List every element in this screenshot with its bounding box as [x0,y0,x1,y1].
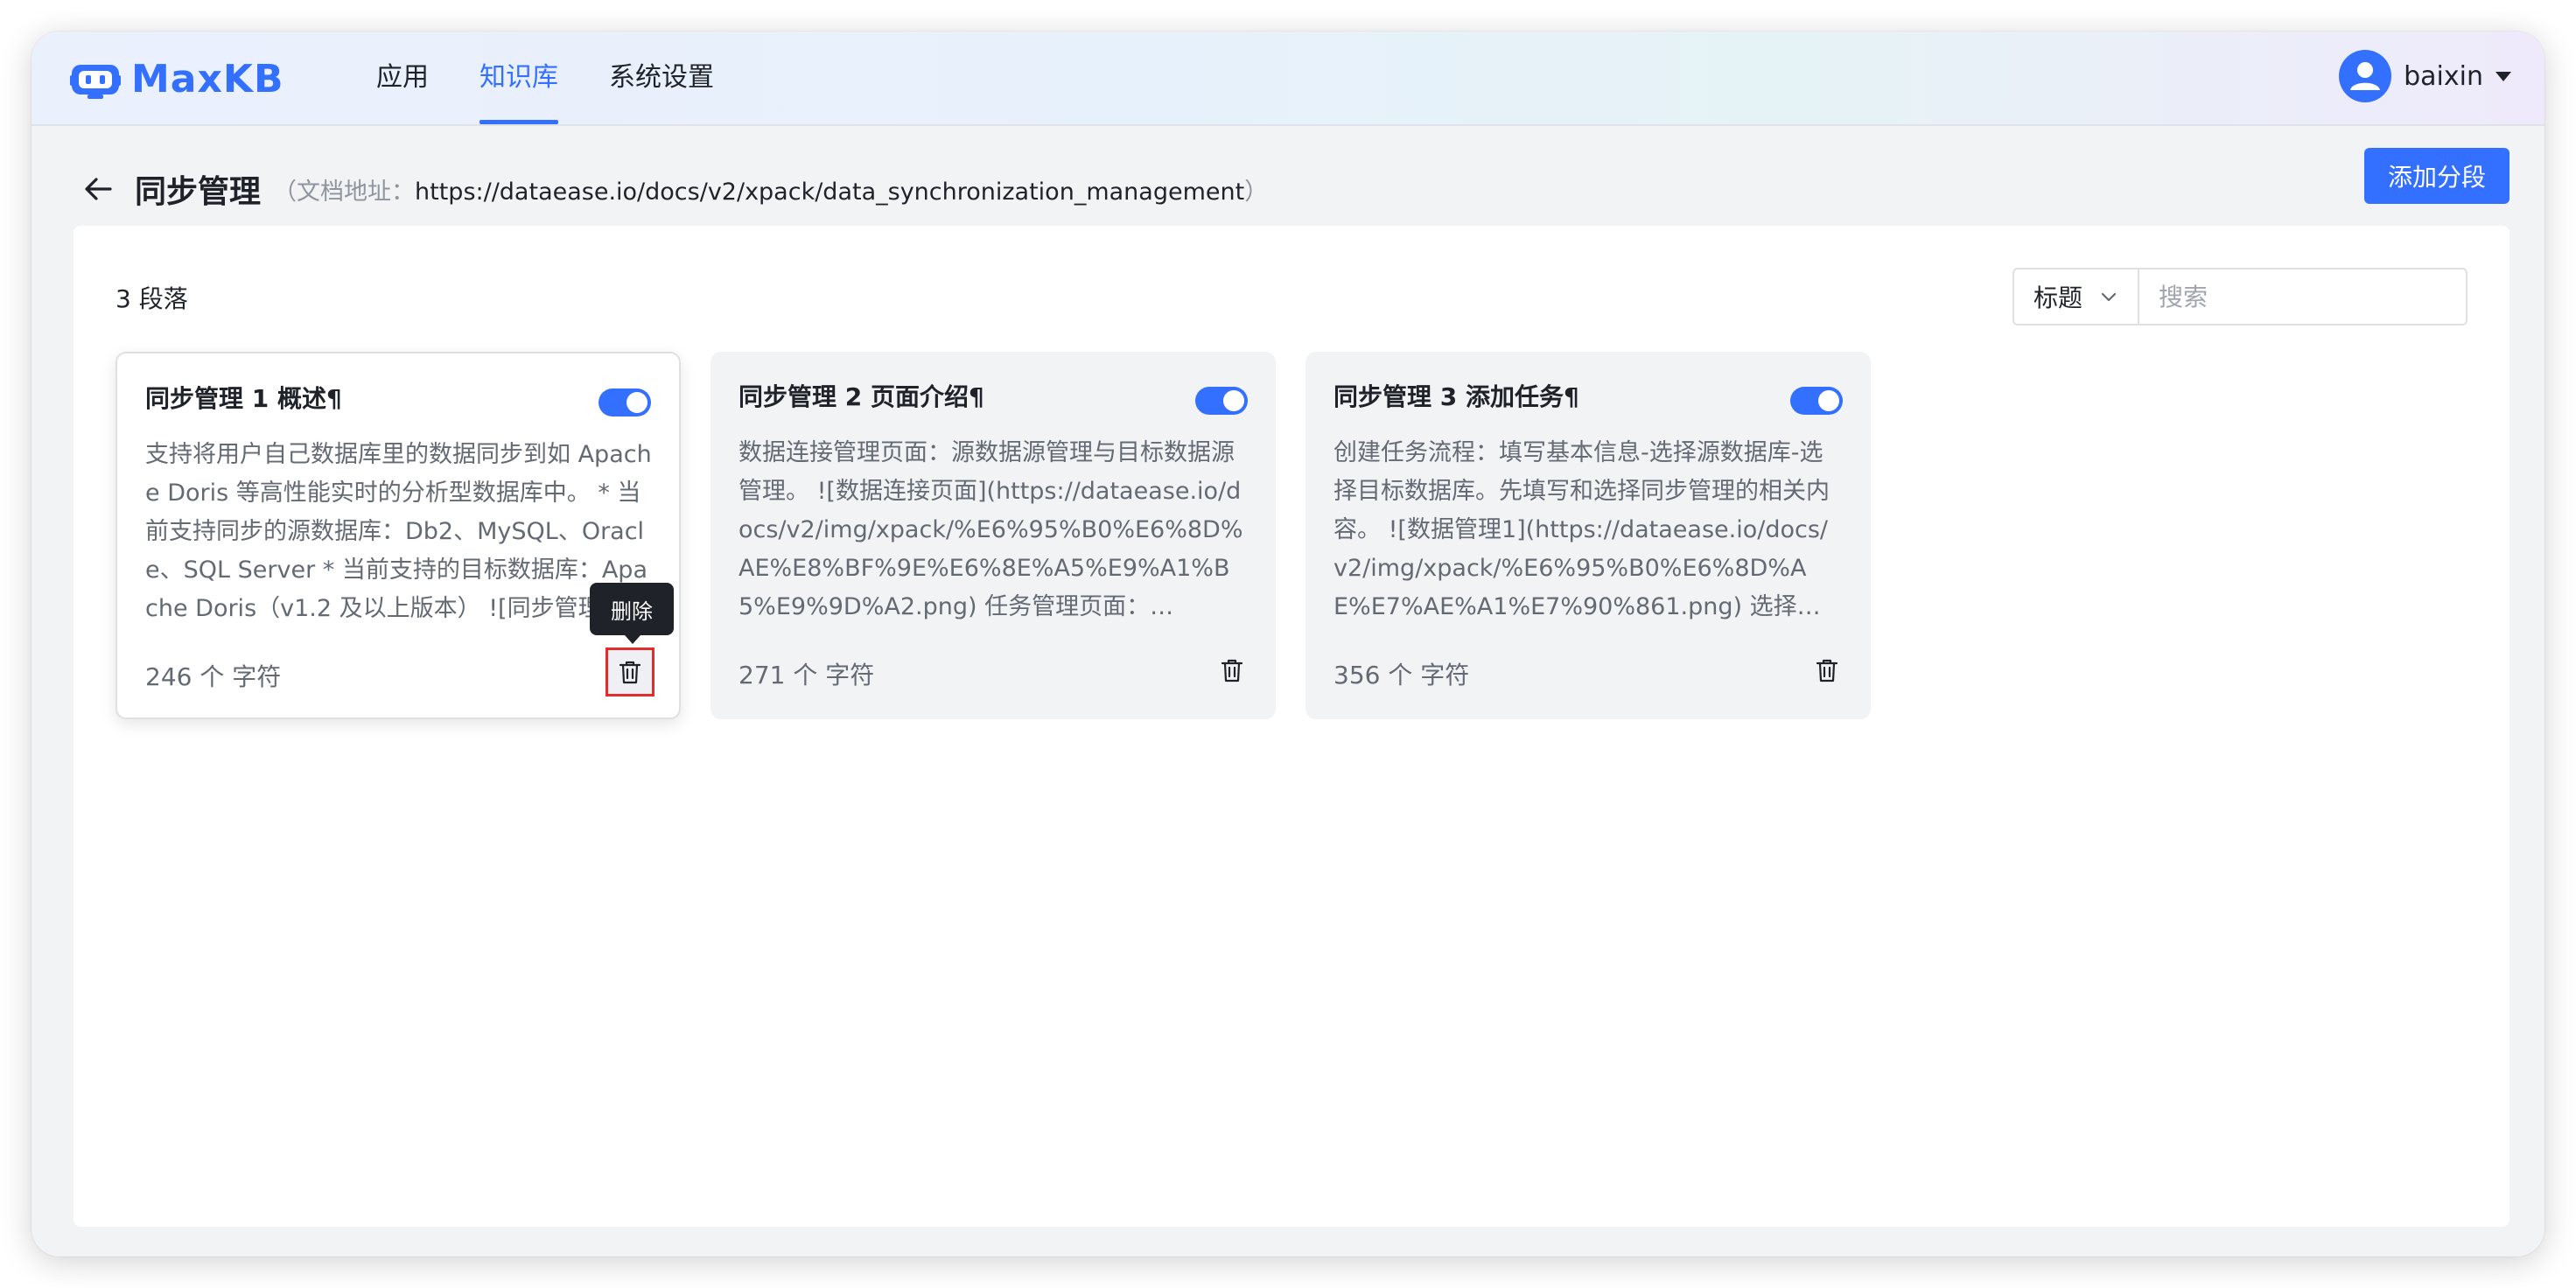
trash-icon [619,661,641,684]
card-title: 同步管理 1 概述¶ [145,384,342,413]
user-menu[interactable]: baixin [2339,47,2511,105]
doc-url: https://dataease.io/docs/v2/xpack/data_s… [415,178,1245,206]
card-title: 同步管理 3 添加任务¶ [1334,382,1579,411]
robot-logo-icon [70,65,121,99]
search-bar: 标题 [2012,268,2468,326]
card-content: 支持将用户自己数据库里的数据同步到如 Apache Doris 等高性能实时的分… [145,441,652,622]
username: baixin [2404,60,2483,92]
card-content: 创建任务流程：填写基本信息-选择源数据库-选择目标数据库。先填写和选择同步管理的… [1334,439,1830,620]
delete-tooltip: 删除 [590,583,674,644]
enable-toggle[interactable] [1195,387,1248,415]
nav-item-apps[interactable]: 应用 [376,32,429,124]
char-count: 271 个 字符 [738,661,875,690]
delete-button[interactable] [606,648,654,696]
delete-button[interactable] [1810,653,1844,688]
doc-address: （文档地址：https://dataease.io/docs/v2/xpack/… [273,172,1268,206]
enable-toggle[interactable] [1790,387,1843,415]
enable-toggle[interactable] [598,388,651,416]
segment-card[interactable]: 同步管理 3 添加任务¶ 创建任务流程：填写基本信息-选择源数据库-选择目标数据… [1306,352,1871,719]
search-field-select[interactable]: 标题 [2014,270,2139,324]
user-icon [2350,62,2381,90]
top-navbar: MaxKB 应用 知识库 系统设置 baixin [32,32,2544,126]
search-input[interactable] [2139,270,2466,324]
trash-icon [1816,659,1838,682]
avatar [2339,50,2392,102]
back-arrow-icon[interactable] [80,172,116,206]
page-title: 同步管理 [135,174,262,210]
card-title: 同步管理 2 页面介绍¶ [738,382,984,411]
nav-item-settings[interactable]: 系统设置 [609,32,714,124]
add-segment-button[interactable]: 添加分段 [2364,148,2510,204]
char-count: 356 个 字符 [1334,661,1470,690]
chevron-down-icon [2101,292,2117,302]
segment-card[interactable]: 同步管理 1 概述¶ 支持将用户自己数据库里的数据同步到如 Apache Dor… [116,352,681,719]
trash-icon [1221,659,1243,682]
delete-button[interactable] [1214,653,1250,688]
page-header: 同步管理 （文档地址：https://dataease.io/docs/v2/x… [80,163,1268,215]
char-count: 246 个 字符 [145,662,282,691]
search-field-value: 标题 [2034,284,2083,312]
segments-panel: 3 段落 标题 同步管理 1 概述¶ 支持将用户自己数据库里的数据同步到如 Ap… [74,226,2510,1227]
doc-address-suffix: ） [1244,178,1269,206]
app-window: MaxKB 应用 知识库 系统设置 baixin 同步管理 （文档地址：http… [32,32,2544,1256]
segment-count: 3 段落 [116,284,188,313]
logo-text: MaxKB [131,56,284,102]
segment-card[interactable]: 同步管理 2 页面介绍¶ 数据连接管理页面：源数据源管理与目标数据源管理。 ![… [710,352,1276,719]
card-content: 数据连接管理页面：源数据源管理与目标数据源管理。 ![数据连接页面](https… [738,439,1243,620]
doc-address-prefix: （文档地址： [273,178,416,206]
nav-item-knowledge[interactable]: 知识库 [480,32,558,124]
logo[interactable]: MaxKB [70,56,284,102]
caret-down-icon [2496,71,2511,81]
main-nav: 应用 知识库 系统设置 [376,32,765,124]
